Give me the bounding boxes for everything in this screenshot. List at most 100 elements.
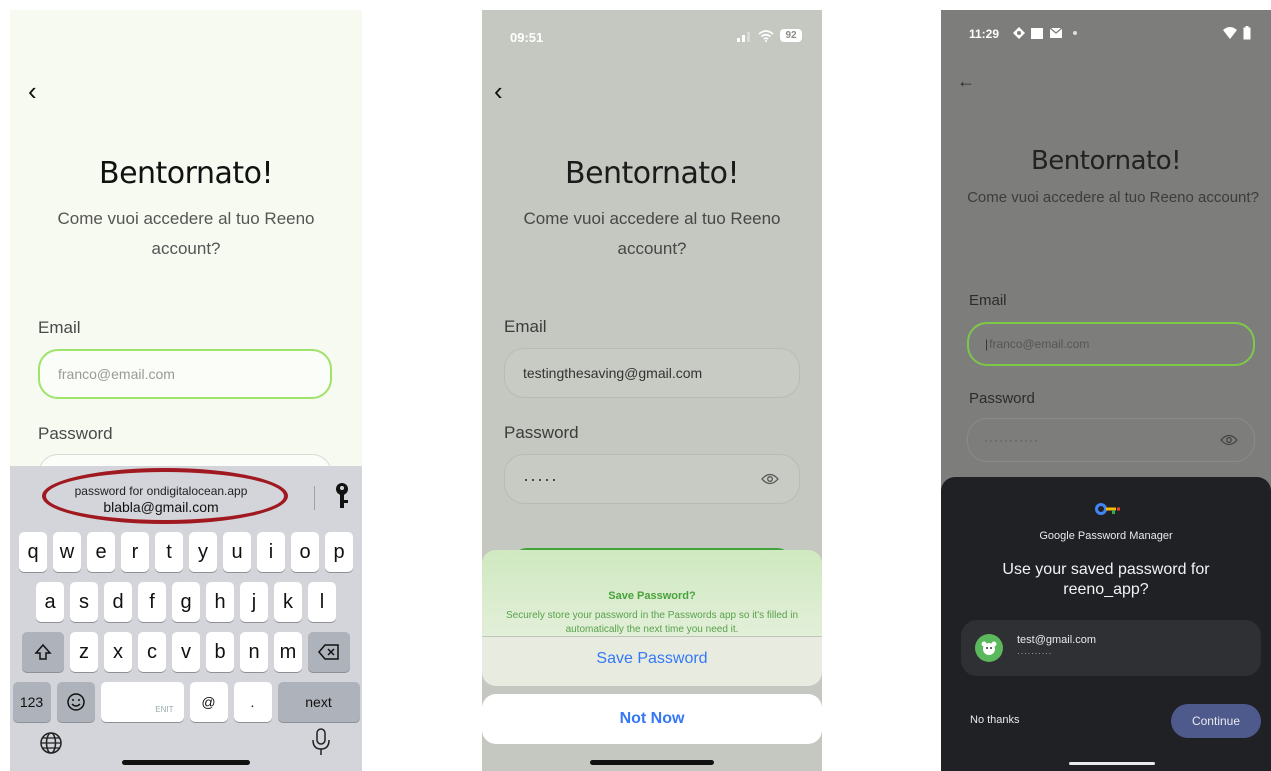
account-avatar [975, 634, 1003, 662]
key-f[interactable]: f [138, 582, 166, 622]
text-cursor: | [985, 337, 989, 351]
eye-icon[interactable] [1220, 434, 1238, 446]
password-manager-question: Use your saved password for reeno_app? [1002, 561, 1210, 598]
page-subtitle: Come vuoi accedere al tuo Reeno account? [967, 189, 1259, 206]
back-arrow-icon[interactable]: ← [957, 72, 975, 90]
email-field[interactable]: testingthesaving@gmail.com [504, 348, 800, 398]
page-title: Bentornato! [98, 156, 274, 191]
delete-icon [318, 644, 339, 660]
email-placeholder: franco@email.com [58, 366, 175, 382]
home-indicator [590, 760, 714, 765]
continue-button[interactable]: Continue [1171, 704, 1261, 738]
key-x[interactable]: x [104, 632, 132, 672]
phone-ios-save-password: 09:51 92 ‹ Bentornato! Come vuoi acceder… [482, 10, 822, 771]
key-n[interactable]: n [240, 632, 268, 672]
key-r[interactable]: r [121, 532, 149, 572]
eye-icon[interactable] [761, 473, 779, 485]
password-label: Password [504, 423, 579, 442]
battery-icon [1243, 26, 1251, 40]
key-h[interactable]: h [206, 582, 234, 622]
status-bar: 09:51 92 [482, 10, 822, 62]
save-password-button[interactable]: Save Password [482, 650, 822, 668]
back-chevron-icon[interactable]: ‹ [494, 78, 503, 104]
account-email: test@gmail.com [1017, 634, 1097, 646]
account-password: ·········· [1017, 648, 1052, 658]
key-b[interactable]: b [206, 632, 234, 672]
email-label: Email [504, 317, 547, 336]
delete-key[interactable] [308, 632, 350, 672]
key-a[interactable]: a [36, 582, 64, 622]
page-subtitle: Come vuoi accedere al tuo Reeno account? [523, 209, 781, 258]
back-chevron-icon[interactable]: ‹ [28, 78, 37, 104]
password-field[interactable]: ··········· [967, 418, 1255, 462]
key-t[interactable]: t [155, 532, 183, 572]
phone-android-password-manager: 11:29 ← Bentornato! Come vuoi accedere a… [941, 10, 1271, 771]
key-z[interactable]: z [70, 632, 98, 672]
password-field[interactable]: ····· [504, 454, 800, 504]
email-label: Email [38, 318, 81, 337]
location-icon [1013, 27, 1025, 39]
save-password-sheet: Save Password? Securely store your passw… [482, 550, 822, 686]
key-p[interactable]: p [325, 532, 353, 572]
key-i[interactable]: i [257, 532, 285, 572]
key-v[interactable]: v [172, 632, 200, 672]
key-m[interactable]: m [274, 632, 302, 672]
status-icons: 92 [736, 29, 802, 42]
key-g[interactable]: g [172, 582, 200, 622]
globe-icon[interactable] [38, 730, 64, 756]
password-label: Password [38, 424, 113, 443]
key-y[interactable]: y [189, 532, 217, 572]
notification-dot-icon [1073, 31, 1077, 35]
email-value: testingthesaving@gmail.com [523, 365, 703, 381]
sheet-body: Securely store your password in the Pass… [505, 610, 799, 635]
password-suggestion-bar: password for ondigitalocean.app blabla@g… [10, 466, 362, 524]
email-field[interactable]: franco@email.com [38, 349, 332, 399]
key-icon[interactable] [332, 482, 352, 510]
password-manager-logo-icon [1095, 503, 1120, 515]
comparison-canvas: ‹ Bentornato! Come vuoi accedere al tuo … [0, 0, 1271, 771]
key-c[interactable]: c [138, 632, 166, 672]
password-value: ····· [523, 468, 558, 489]
key-w[interactable]: w [53, 532, 81, 572]
saved-account-item[interactable]: test@gmail.com ·········· [961, 620, 1261, 676]
page-title: Bentornato! [1030, 146, 1182, 176]
keyboard-row-2: asdfghjkl [10, 582, 362, 622]
google-password-manager-sheet: Google Password Manager Use your saved p… [941, 477, 1271, 771]
password-label: Password [969, 390, 1035, 407]
email-field[interactable]: | franco@email.com [967, 322, 1255, 366]
keyboard-bottom-bar [10, 715, 362, 771]
status-bar [10, 10, 362, 62]
key-s[interactable]: s [70, 582, 98, 622]
keyboard-row-3: zxcvbnm [10, 632, 362, 672]
wifi-icon [1223, 27, 1237, 39]
key-q[interactable]: q [19, 532, 47, 572]
signal-icon [737, 31, 750, 42]
dog-avatar-icon [981, 641, 997, 655]
annotation-ellipse [42, 468, 288, 524]
square-icon [1031, 27, 1043, 39]
status-bar: 11:29 [941, 10, 1271, 62]
key-d[interactable]: d [104, 582, 132, 622]
email-placeholder: franco@email.com [989, 337, 1090, 351]
sheet-divider [482, 636, 822, 637]
gesture-bar [1069, 762, 1155, 765]
key-j[interactable]: j [240, 582, 268, 622]
shift-key[interactable] [22, 632, 64, 672]
microphone-icon[interactable] [311, 727, 331, 757]
status-icons [1223, 26, 1251, 40]
shift-icon [34, 643, 52, 660]
home-indicator [122, 760, 250, 765]
key-o[interactable]: o [291, 532, 319, 572]
key-l[interactable]: l [308, 582, 336, 622]
not-now-button[interactable]: Not Now [482, 694, 822, 744]
page-title: Bentornato! [564, 156, 740, 191]
key-e[interactable]: e [87, 532, 115, 572]
no-thanks-button[interactable]: No thanks [970, 714, 1020, 726]
status-time: 09:51 [510, 30, 544, 45]
letter-keys: zxcvbnm [70, 632, 302, 672]
key-u[interactable]: u [223, 532, 251, 572]
notification-icons [1013, 27, 1081, 39]
email-label: Email [969, 292, 1007, 309]
page-subtitle: Come vuoi accedere al tuo Reeno account? [57, 209, 315, 258]
key-k[interactable]: k [274, 582, 302, 622]
